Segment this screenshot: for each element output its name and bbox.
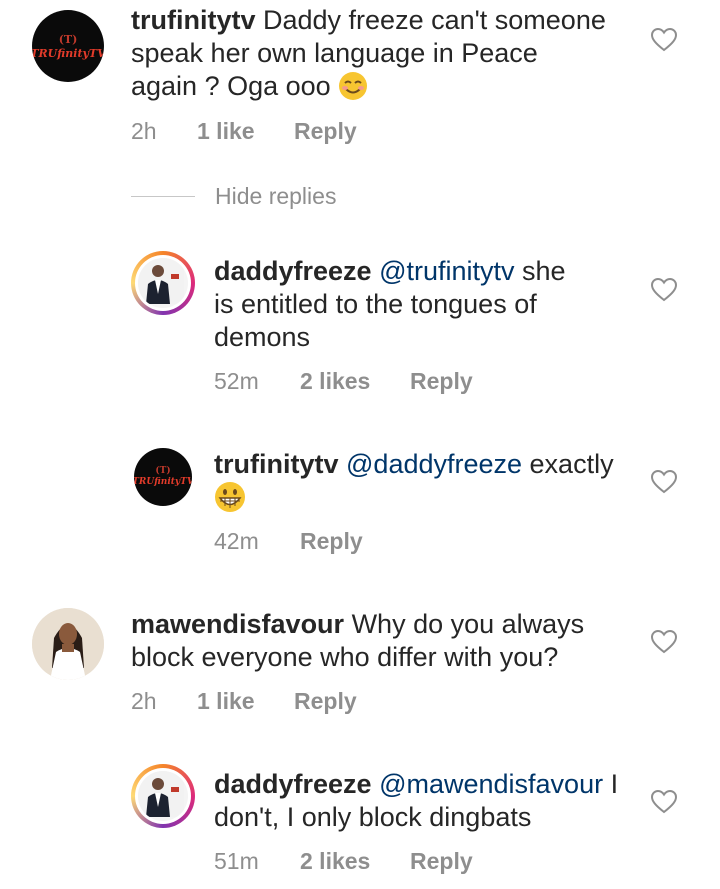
comment-body-line: Daddy freeze can't someone [255,5,606,35]
comment-text: daddyfreeze @trufinitytv she is entitled… [214,255,644,354]
likes-count[interactable]: 1 like [197,688,294,715]
reply-2: (T) TRUfinityTV trufinitytv @daddyfreeze… [0,440,720,570]
comment-meta: 2h 1 like Reply [131,688,357,715]
reply-3: daddyfreeze @mawendisfavour I don't, I o… [0,760,720,889]
avatar[interactable] [131,764,195,828]
comment-text: daddyfreeze @mawendisfavour I don't, I o… [214,768,644,834]
heart-icon[interactable] [651,470,677,494]
hide-replies-toggle[interactable]: Hide replies [131,183,336,210]
comment-username[interactable]: daddyfreeze [214,769,372,799]
comment-time: 51m [214,848,259,874]
comment-meta: 52m 2 likes Reply [214,368,473,395]
mention-link[interactable]: @trufinitytv [379,256,514,286]
comment-meta: 2h 1 like Reply [131,118,357,145]
mention-link[interactable]: @daddyfreeze [346,449,522,479]
heart-icon[interactable] [651,630,677,654]
comment-body-line: she [514,256,566,286]
logo-name: TRUfinityTV [134,477,192,487]
comment-body-line: is entitled to the tongues of [214,289,537,319]
grinning-face-emoji-icon [214,481,246,521]
comment-1: (T) TRUfinityTV trufinitytv Daddy freeze… [0,0,720,170]
comment-username[interactable]: mawendisfavour [131,609,344,639]
heart-icon[interactable] [651,28,677,52]
comment-meta: 51m 2 likes Reply [214,848,473,875]
comment-body-line: again ? Oga ooo [131,71,339,101]
comment-text: mawendisfavour Why do you always block e… [131,608,651,674]
comment-username[interactable]: daddyfreeze [214,256,372,286]
reply-button[interactable]: Reply [410,848,473,875]
smiling-face-emoji-icon [338,71,368,109]
comment-time: 2h [131,688,157,714]
comment-body-line: exactly [522,449,614,479]
comment-time: 42m [214,528,259,554]
comment-body-line: demons [214,322,311,352]
hide-replies-label[interactable]: Hide replies [215,183,336,210]
comment-body-line: block everyone who differ with you? [131,642,559,672]
avatar[interactable] [32,608,104,680]
logo-mark: (T) [155,466,171,476]
likes-count[interactable]: 2 likes [300,848,410,875]
reply-button[interactable]: Reply [300,528,363,555]
comment-body-line: speak her own language in Peace [131,38,538,68]
comment-meta: 42m Reply [214,528,363,555]
comment-text: trufinitytv Daddy freeze can't someone s… [131,4,651,109]
reply-button[interactable]: Reply [410,368,473,395]
comment-body-line: Why do you always [344,609,585,639]
avatar[interactable]: (T) TRUfinityTV [32,10,104,82]
comment-body-line: don't, I only block dingbats [214,802,532,832]
avatar[interactable] [131,251,195,315]
comment-text: trufinitytv @daddyfreeze exactly [214,448,644,521]
avatar[interactable]: (T) TRUfinityTV [134,448,192,506]
likes-count[interactable]: 2 likes [300,368,410,395]
comment-time: 2h [131,118,157,144]
reply-1: daddyfreeze @trufinitytv she is entitled… [0,245,720,405]
divider-line [131,196,195,197]
reply-button[interactable]: Reply [294,118,357,145]
logo-name: TRUfinityTV [32,46,104,60]
comment-2: mawendisfavour Why do you always block e… [0,600,720,730]
likes-count[interactable]: 1 like [197,118,294,145]
heart-icon[interactable] [651,790,677,814]
logo-mark: (T) [58,32,78,46]
comment-username[interactable]: trufinitytv [214,449,339,479]
comment-body-line: I [603,769,619,799]
profile-photo [138,258,184,304]
mention-link[interactable]: @mawendisfavour [379,769,603,799]
reply-button[interactable]: Reply [294,688,357,715]
comment-time: 52m [214,368,259,394]
comment-username[interactable]: trufinitytv [131,5,256,35]
heart-icon[interactable] [651,278,677,302]
profile-photo [138,771,184,817]
profile-photo [32,608,104,680]
